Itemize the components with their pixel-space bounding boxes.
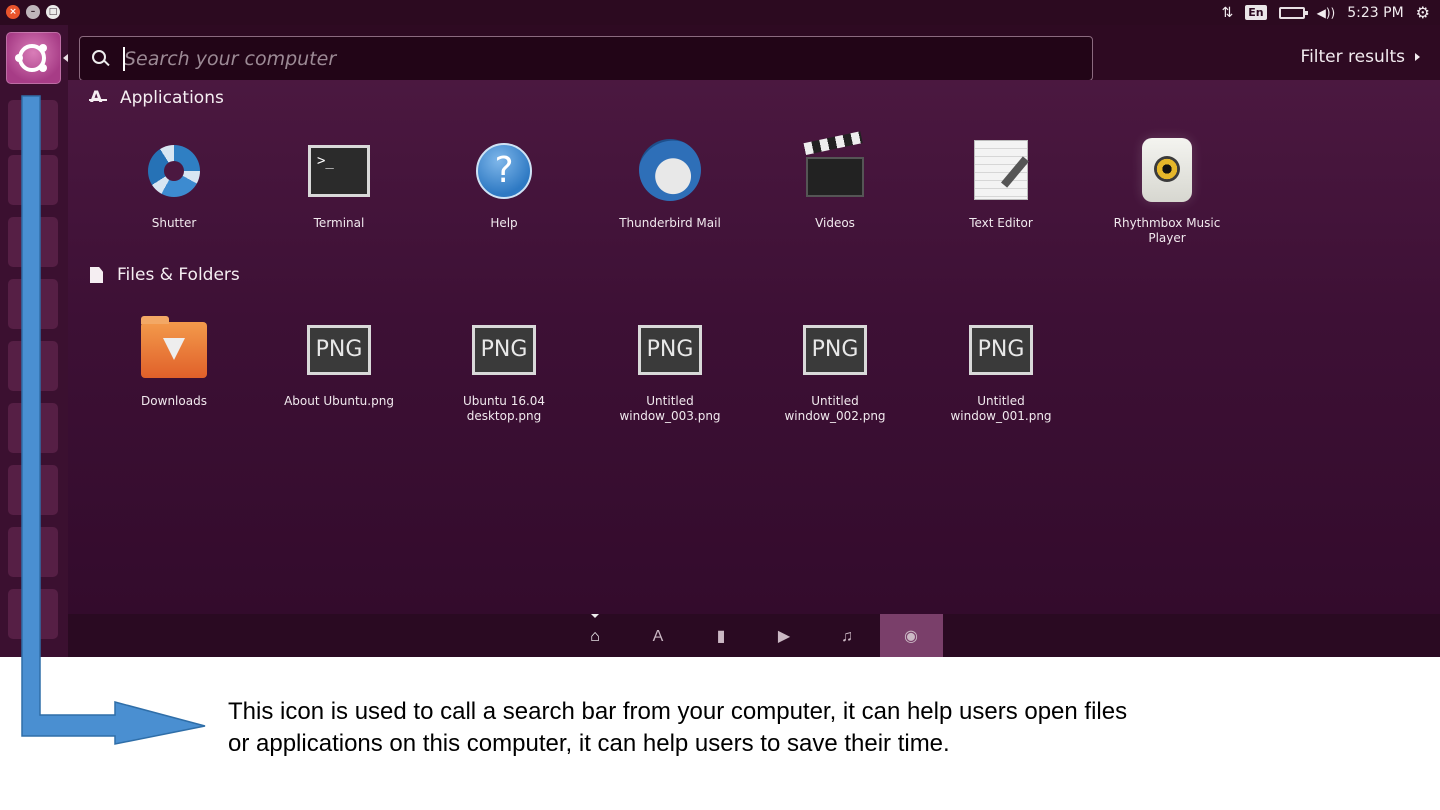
app-tile-shutter[interactable]: Shutter [99,136,249,231]
png-file-icon: PNG [307,325,371,375]
launcher-item[interactable] [8,279,58,329]
app-tile-text-editor[interactable]: Text Editor [926,136,1076,231]
file-tile-untitled-001[interactable]: PNG Untitled window_001.png [926,314,1076,424]
applications-section-header[interactable]: Applications [89,87,224,108]
files-lens-icon: ▮ [716,628,726,645]
tile-label: Untitled window_002.png [784,394,886,423]
folder-download-icon [141,316,207,378]
launcher-item[interactable] [8,100,58,150]
text-cursor [123,47,125,71]
files-folders-section-header[interactable]: Files & Folders [90,265,240,285]
expand-arrow-icon [1415,53,1420,61]
tile-label: Downloads [141,394,207,408]
tile-label: Videos [815,216,855,230]
tile-label: Help [490,216,518,230]
rhythmbox-icon [1142,138,1192,202]
search-bar[interactable] [79,36,1093,81]
launcher-item[interactable] [8,403,58,453]
text-editor-icon [974,140,1028,200]
applications-lens-icon: A [652,628,664,645]
tile-label: Untitled window_003.png [619,394,721,423]
settings-gear-icon[interactable]: ⚙ [1416,0,1430,25]
videos-icon [803,131,864,201]
launcher-item[interactable] [8,527,58,577]
dash-results: Applications Shutter >_ Terminal ? Help … [68,80,1440,614]
annotation-text: This icon is used to call a search bar f… [228,698,1128,757]
section-title: Applications [120,88,224,108]
keyboard-layout-indicator[interactable]: En [1245,5,1267,20]
app-tile-help[interactable]: ? Help [429,136,579,231]
app-tile-videos[interactable]: Videos [760,131,910,231]
tile-label: Ubuntu 16.04 desktop.png [462,394,546,423]
video-lens-icon: ▶ [777,628,791,645]
ubuntu-logo-icon [15,44,47,72]
lens-bar: ⌂ A ▮ ▶ ♫ ◉ [68,614,1440,657]
png-file-icon: PNG [472,325,536,375]
app-tile-rhythmbox[interactable]: Rhythmbox Music Player [1092,136,1242,246]
file-tile-about-ubuntu[interactable]: PNG About Ubuntu.png [264,314,414,409]
tile-label: Shutter [151,216,197,230]
file-category-icon [90,267,103,283]
launcher-item[interactable] [8,155,58,205]
battery-icon[interactable] [1278,0,1308,25]
png-file-icon: PNG [803,325,867,375]
applications-category-icon [89,87,107,106]
launcher-item[interactable] [8,341,58,391]
launcher-active-pointer-icon [63,54,68,62]
app-tile-thunderbird[interactable]: Thunderbird Mail [595,136,745,231]
maximize-window-button[interactable]: □ [46,5,60,19]
close-window-button[interactable]: × [6,5,20,19]
unity-desktop: × – □ ⇅ En ◀)) 5:23 PM ⚙ Filter result [0,0,1440,657]
search-icon [92,50,106,64]
file-tile-ubuntu-desktop[interactable]: PNG Ubuntu 16.04 desktop.png [429,314,579,424]
home-lens-button[interactable]: ⌂ [564,614,627,657]
help-icon: ? [476,143,532,199]
file-tile-downloads[interactable]: Downloads [99,314,249,409]
file-tile-untitled-003[interactable]: PNG Untitled window_003.png [595,314,745,424]
tile-label: Rhythmbox Music Player [1113,216,1221,245]
tile-label: Text Editor [969,216,1033,230]
clock[interactable]: 5:23 PM [1347,0,1403,25]
video-lens-button[interactable]: ▶ [753,614,816,657]
volume-icon[interactable]: ◀)) [1317,0,1336,25]
dash-home-button[interactable] [6,32,61,84]
minimize-window-button[interactable]: – [26,5,40,19]
tile-label: About Ubuntu.png [284,394,394,408]
launcher-item[interactable] [8,465,58,515]
music-lens-button[interactable]: ♫ [816,614,879,657]
terminal-icon: >_ [308,145,370,197]
thunderbird-icon [639,139,701,201]
file-tile-untitled-002[interactable]: PNG Untitled window_002.png [760,314,910,424]
tile-label: Untitled window_001.png [950,394,1052,423]
home-lens-icon: ⌂ [590,628,600,645]
system-tray: ⇅ En ◀)) 5:23 PM ⚙ [1222,0,1430,25]
tile-label: Thunderbird Mail [619,216,721,230]
png-file-icon: PNG [638,325,702,375]
section-title: Files & Folders [117,265,240,285]
launcher [0,25,68,657]
photos-lens-button[interactable]: ◉ [880,614,943,657]
png-file-icon: PNG [969,325,1033,375]
applications-lens-button[interactable]: A [627,614,690,657]
search-input[interactable] [122,45,1026,73]
files-lens-button[interactable]: ▮ [690,614,753,657]
tile-label: Terminal [313,216,365,230]
network-icon[interactable]: ⇅ [1222,0,1234,25]
launcher-item[interactable] [8,217,58,267]
top-panel: × – □ ⇅ En ◀)) 5:23 PM ⚙ [0,0,1440,25]
app-tile-terminal[interactable]: >_ Terminal [264,136,414,231]
photos-lens-icon: ◉ [904,628,918,645]
launcher-item[interactable] [8,589,58,639]
music-lens-icon: ♫ [841,628,853,645]
filter-results-button[interactable]: Filter results [1301,47,1420,67]
filter-results-label: Filter results [1300,47,1405,67]
shutter-icon [148,145,200,197]
